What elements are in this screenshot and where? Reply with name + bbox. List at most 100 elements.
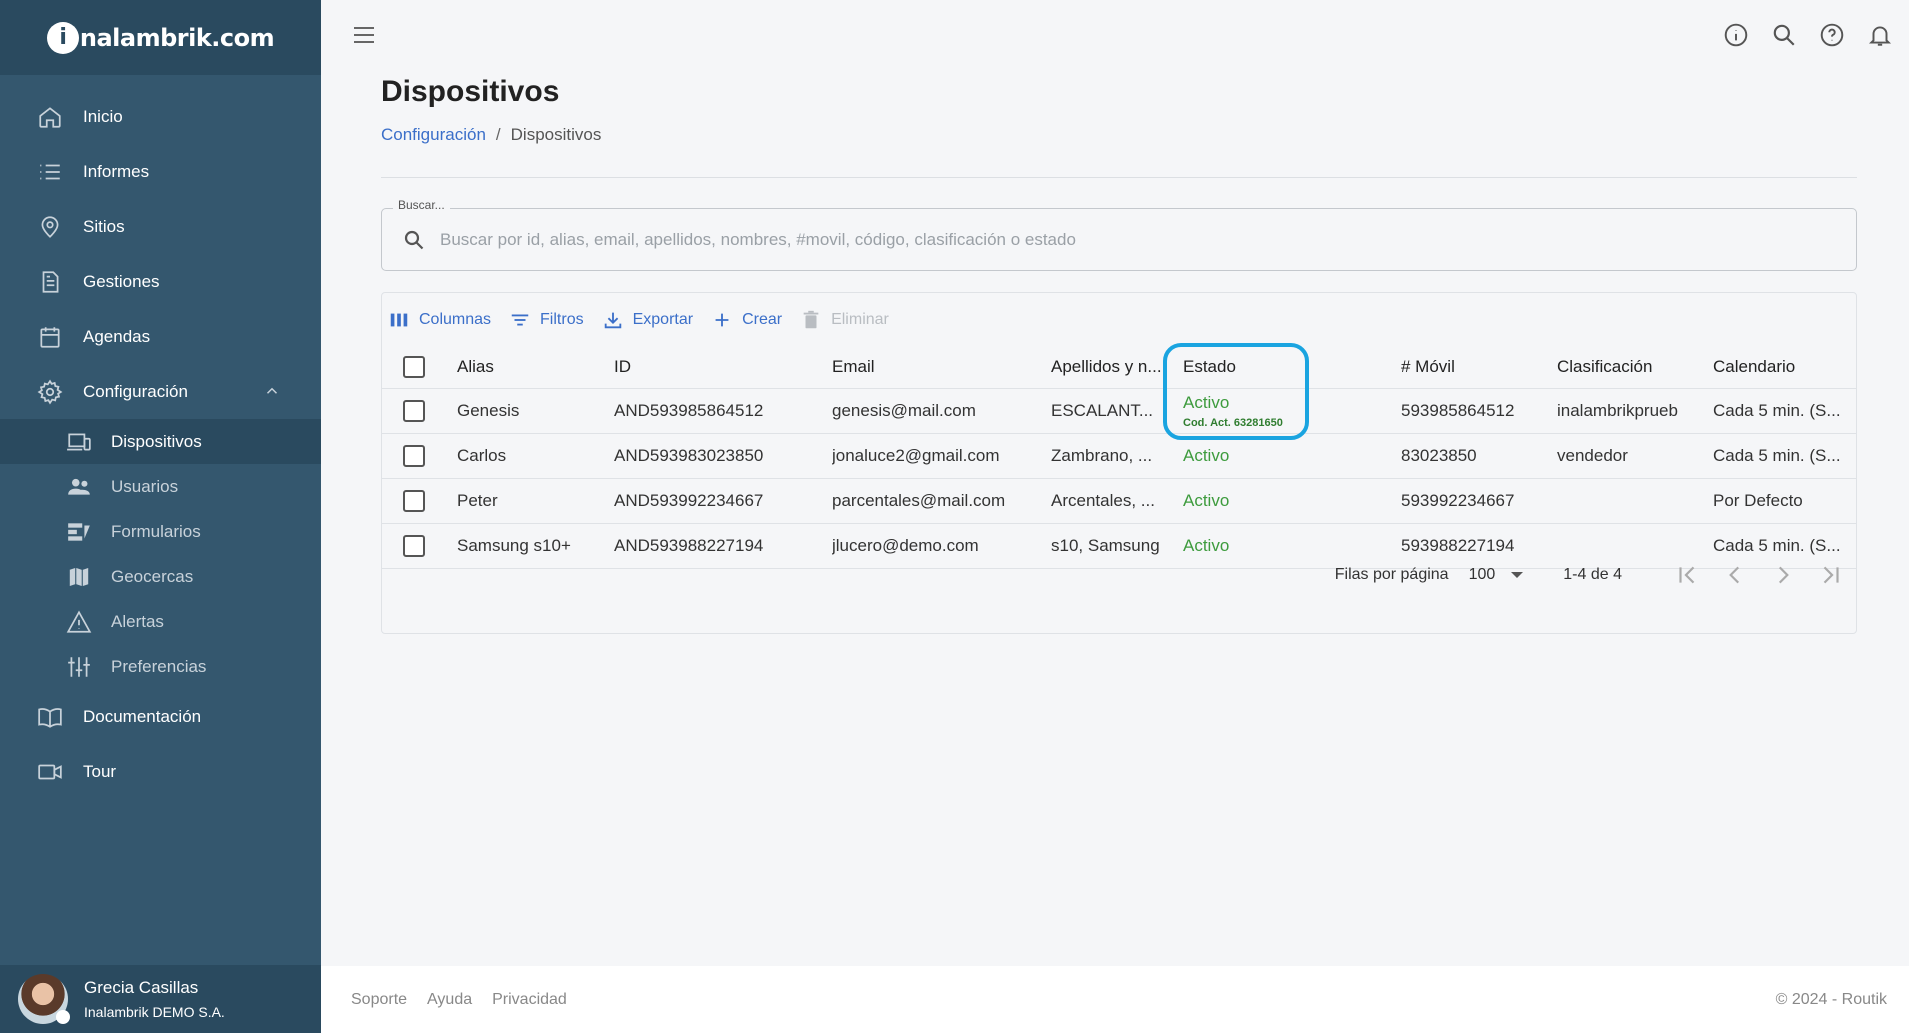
- filters-button[interactable]: Filtros: [509, 309, 584, 331]
- cell-apellidos: Zambrano, ...: [1051, 446, 1153, 465]
- search-icon[interactable]: [1771, 22, 1797, 48]
- sidebar-item-tour[interactable]: Tour: [0, 744, 321, 799]
- sidebar-item-inicio[interactable]: Inicio: [0, 89, 321, 144]
- cell-id: AND593992234667: [614, 491, 764, 510]
- sidebar-subitem-label: Alertas: [111, 611, 164, 631]
- sidebar-item-label: Configuración: [83, 381, 188, 401]
- columns-label: Columnas: [419, 311, 492, 328]
- estado-group: Activo Cod. Act. 63281650: [1183, 393, 1283, 429]
- cell-calendario: Por Defecto: [1713, 491, 1803, 510]
- sidebar-subitem-usuarios[interactable]: Usuarios: [0, 464, 321, 509]
- table-row[interactable]: Genesis AND593985864512 genesis@mail.com…: [382, 389, 1856, 434]
- search-field[interactable]: [381, 208, 1857, 271]
- brand-logo[interactable]: i nalambrik.com: [46, 21, 275, 54]
- column-header-alias[interactable]: Alias: [457, 345, 607, 388]
- rows-per-page-label: Filas por página: [1334, 566, 1449, 583]
- help-icon[interactable]: [1819, 22, 1845, 48]
- pagination: Filas por página 100 1-4 de 4: [382, 550, 1856, 600]
- row-checkbox[interactable]: [403, 400, 425, 422]
- sidebar: i nalambrik.com Inicio Informes Sitios Ge…: [0, 0, 321, 1033]
- sidebar-item-label: Informes: [83, 161, 150, 181]
- sidebar-item-documentacion[interactable]: Documentación: [0, 689, 321, 744]
- user-info: Grecia Casillas Inalambrik DEMO S.A.: [84, 978, 225, 1020]
- export-button[interactable]: Exportar: [602, 309, 693, 331]
- last-page-icon[interactable]: [1818, 562, 1844, 588]
- select-all-checkbox[interactable]: [403, 356, 425, 378]
- cell-clasificacion: inalambrikprueb: [1557, 401, 1678, 420]
- video-icon: [38, 764, 62, 779]
- next-page-icon[interactable]: [1770, 562, 1796, 588]
- search-input[interactable]: [440, 229, 1820, 250]
- table-row[interactable]: Carlos AND593983023850 jonaluce2@gmail.c…: [382, 434, 1856, 479]
- menu-icon[interactable]: [352, 24, 378, 46]
- sidebar-subitem-dispositivos[interactable]: Dispositivos: [0, 419, 321, 464]
- sidebar-nav: Inicio Informes Sitios Gestiones Agendas…: [0, 75, 321, 799]
- logo-bar: i nalambrik.com: [0, 0, 321, 75]
- cell-alias: Peter: [457, 491, 498, 510]
- user-card[interactable]: Grecia Casillas Inalambrik DEMO S.A.: [0, 965, 321, 1033]
- sliders-icon: [68, 656, 90, 677]
- copyright: © 2024 - Routik: [1775, 990, 1887, 1008]
- avatar[interactable]: [18, 974, 70, 1024]
- bell-icon[interactable]: [1867, 22, 1893, 48]
- delete-button[interactable]: Eliminar: [800, 309, 889, 331]
- table-row[interactable]: Peter AND593992234667 parcentales@mail.c…: [382, 479, 1856, 524]
- row-checkbox[interactable]: [403, 490, 425, 512]
- sidebar-subitem-alertas[interactable]: Alertas: [0, 599, 321, 644]
- rows-per-page-select[interactable]: 100: [1469, 566, 1524, 584]
- column-header-apellidos[interactable]: Apellidos y n...: [1051, 345, 1164, 388]
- column-header-id[interactable]: ID: [614, 345, 824, 388]
- cell-clasificacion: [1557, 479, 1707, 523]
- footer-link-privacidad[interactable]: Privacidad: [492, 991, 567, 1009]
- chevron-up-icon[interactable]: [263, 382, 281, 400]
- footer-link-soporte[interactable]: Soporte: [351, 991, 407, 1009]
- sidebar-subitem-preferencias[interactable]: Preferencias: [0, 644, 321, 689]
- columns-button[interactable]: Columnas: [388, 309, 491, 331]
- book-icon: [38, 707, 62, 728]
- prev-page-icon[interactable]: [1722, 562, 1748, 588]
- cell-estado: Activo: [1183, 491, 1230, 510]
- sidebar-subitem-label: Geocercas: [111, 566, 194, 586]
- document-icon: [42, 270, 59, 293]
- column-header-calendario[interactable]: Calendario: [1713, 345, 1853, 388]
- row-checkbox[interactable]: [403, 445, 425, 467]
- column-header-movil[interactable]: # Móvil: [1401, 345, 1551, 388]
- cell-movil: 593992234667: [1401, 491, 1515, 510]
- delete-label: Eliminar: [831, 311, 889, 328]
- pagination-range: 1-4 de 4: [1563, 566, 1622, 583]
- columns-icon: [390, 313, 408, 327]
- sidebar-item-configuracion[interactable]: Configuración: [0, 364, 321, 419]
- cell-id: AND593985864512: [614, 401, 764, 420]
- breadcrumb-link-configuracion[interactable]: Configuración: [381, 125, 486, 145]
- cell-clasificacion: vendedor: [1557, 446, 1628, 465]
- filters-label: Filtros: [540, 311, 584, 328]
- sidebar-item-sitios[interactable]: Sitios: [0, 199, 321, 254]
- sidebar-item-label: Agendas: [83, 326, 151, 346]
- footer-link-ayuda[interactable]: Ayuda: [427, 991, 472, 1009]
- sidebar-item-informes[interactable]: Informes: [0, 144, 321, 199]
- column-header-email[interactable]: Email: [832, 345, 1042, 388]
- create-button[interactable]: Crear: [711, 309, 782, 331]
- cell-apellidos: Arcentales, ...: [1051, 491, 1155, 510]
- column-header-clasificacion[interactable]: Clasificación: [1557, 345, 1707, 388]
- cell-estado: Activo: [1183, 446, 1230, 465]
- sidebar-item-gestiones[interactable]: Gestiones: [0, 254, 321, 309]
- location-pin-icon: [41, 215, 59, 238]
- sidebar-item-label: Gestiones: [83, 271, 160, 291]
- cell-apellidos: ESCALANT...: [1051, 401, 1154, 420]
- divider: [381, 177, 1857, 178]
- search-icon: [404, 230, 424, 249]
- sidebar-subitem-geocercas[interactable]: Geocercas: [0, 554, 321, 599]
- list-icon: [40, 164, 60, 179]
- breadcrumb: Configuración / Dispositivos: [381, 125, 601, 145]
- first-page-icon[interactable]: [1674, 562, 1700, 588]
- breadcrumb-current: Dispositivos: [510, 125, 602, 144]
- sidebar-subitem-formularios[interactable]: Formularios: [0, 509, 321, 554]
- activation-code: Cod. Act. 63281650: [1183, 417, 1283, 429]
- sidebar-item-label: Tour: [83, 761, 117, 781]
- info-icon[interactable]: [1723, 22, 1749, 48]
- home-icon: [39, 106, 61, 128]
- sidebar-item-agendas[interactable]: Agendas: [0, 309, 321, 364]
- column-header-estado[interactable]: Estado: [1183, 345, 1363, 388]
- users-icon: [68, 478, 90, 495]
